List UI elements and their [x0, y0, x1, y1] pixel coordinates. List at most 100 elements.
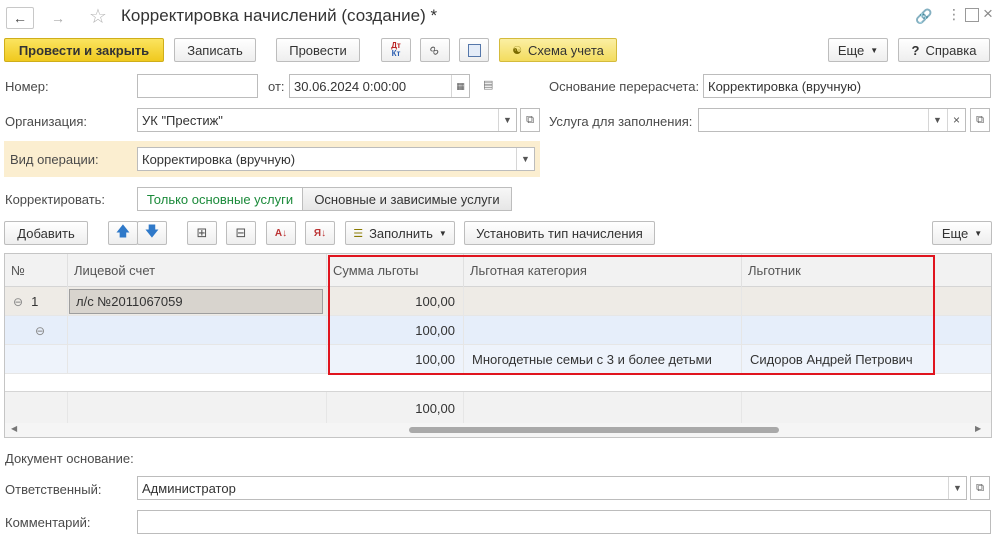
- dropdown-arrow-icon: ▼: [870, 45, 879, 55]
- collapse-all-button[interactable]: ⊟: [226, 221, 256, 245]
- category-cell[interactable]: [464, 287, 742, 316]
- attach-button[interactable]: ∞: [420, 38, 450, 62]
- column-header-beneficiary[interactable]: Льготник: [742, 254, 991, 287]
- table-row[interactable]: ⊖ 1 л/с №2011067059 100,00: [5, 287, 991, 316]
- correct-option-main[interactable]: Только основные услуги: [137, 187, 303, 211]
- structure-button[interactable]: [459, 38, 489, 62]
- correct-option-dependent[interactable]: Основные и зависимые услуги: [302, 187, 512, 211]
- collapse-icon[interactable]: ⊖: [13, 295, 23, 309]
- set-accrual-type-label: Установить тип начисления: [476, 225, 643, 241]
- back-button[interactable]: ←: [6, 7, 34, 29]
- paperclip-icon: ∞: [425, 40, 445, 60]
- basis-field[interactable]: Корректировка (вручную): [703, 74, 991, 98]
- dropdown-arrow-icon[interactable]: ▼: [516, 148, 534, 170]
- calendar-icon[interactable]: ▦: [451, 75, 469, 97]
- organization-label: Организация:: [5, 114, 88, 129]
- table-more-button[interactable]: Еще ▼: [932, 221, 992, 245]
- accounting-scheme-button[interactable]: ☯ Схема учета: [499, 38, 617, 62]
- maximize-icon[interactable]: [965, 8, 979, 22]
- amount-cell[interactable]: 100,00: [327, 316, 464, 345]
- row-number: 1: [31, 294, 39, 309]
- table-more-label: Еще: [941, 225, 969, 241]
- beneficiary-cell[interactable]: [742, 287, 991, 316]
- help-button[interactable]: ? Справка: [898, 38, 990, 62]
- responsible-field[interactable]: Администратор ▼: [137, 476, 967, 500]
- post-and-close-button[interactable]: Провести и закрыть: [4, 38, 164, 62]
- move-up-button[interactable]: 🡅: [108, 221, 138, 245]
- horizontal-scrollbar[interactable]: ◀ ▶: [5, 423, 991, 437]
- open-icon: ⧉: [976, 113, 984, 126]
- post-button[interactable]: Провести: [276, 38, 360, 62]
- dropdown-arrow-icon[interactable]: ▼: [948, 477, 966, 499]
- clear-icon[interactable]: ×: [947, 109, 965, 131]
- scroll-right-icon[interactable]: ▶: [975, 424, 981, 433]
- scroll-left-icon[interactable]: ◀: [11, 424, 17, 433]
- amount-cell[interactable]: 100,00: [327, 287, 464, 316]
- more-button[interactable]: Еще ▼: [828, 38, 888, 62]
- sort-ascending-button[interactable]: A↓: [266, 221, 296, 245]
- expand-tree-icon: ⊞: [196, 225, 208, 240]
- service-label: Услуга для заполнения:: [549, 114, 693, 129]
- account-cell[interactable]: [68, 345, 327, 374]
- dropdown-arrow-icon[interactable]: ▼: [498, 109, 516, 131]
- document-basis-label: Документ основание:: [5, 451, 134, 466]
- column-header-amount[interactable]: Сумма льготы: [327, 254, 464, 287]
- move-down-button[interactable]: 🡇: [137, 221, 167, 245]
- add-row-button[interactable]: Добавить: [4, 221, 88, 245]
- operation-type-value: Корректировка (вручную): [142, 151, 296, 167]
- history-icon[interactable]: ▤: [483, 78, 493, 91]
- comment-label: Комментарий:: [5, 515, 91, 530]
- comment-field[interactable]: [137, 510, 991, 534]
- footer-cell: [464, 392, 742, 424]
- favorite-star-icon[interactable]: ☆: [89, 4, 107, 29]
- sort-descending-button[interactable]: Я↓: [305, 221, 335, 245]
- link-icon[interactable]: 🔗: [915, 8, 932, 25]
- expand-all-button[interactable]: ⊞: [187, 221, 217, 245]
- category-cell[interactable]: Многодетные семьи с 3 и более детьми: [464, 345, 742, 374]
- amount-total: 100,00: [327, 392, 464, 424]
- open-responsible-button[interactable]: ⧉: [970, 476, 990, 500]
- close-icon[interactable]: ×: [983, 4, 993, 24]
- dt-kt-icon: Дт Кт: [391, 42, 401, 58]
- set-accrual-type-button[interactable]: Установить тип начисления: [464, 221, 655, 245]
- table-row[interactable]: ⊖ 100,00: [5, 316, 991, 345]
- open-service-button[interactable]: ⧉: [970, 108, 990, 132]
- beneficiary-cell[interactable]: [742, 316, 991, 345]
- correct-label: Корректировать:: [5, 192, 106, 207]
- footer-cell: [68, 392, 327, 424]
- account-cell[interactable]: л/с №2011067059: [68, 287, 327, 316]
- hierarchy-icon: ☯: [512, 44, 522, 57]
- open-organization-button[interactable]: ⧉: [520, 108, 540, 132]
- fill-button[interactable]: ☰ Заполнить ▼: [345, 221, 455, 245]
- correct-option-main-label: Только основные услуги: [146, 191, 294, 207]
- account-cell[interactable]: [68, 316, 327, 345]
- dropdown-arrow-icon[interactable]: ▼: [928, 109, 946, 131]
- operation-type-field[interactable]: Корректировка (вручную) ▼: [137, 147, 535, 171]
- kt-text: Кт: [391, 49, 401, 58]
- save-button[interactable]: Записать: [174, 38, 256, 62]
- service-field[interactable]: ▼ ×: [698, 108, 966, 132]
- document-structure-icon: [467, 43, 481, 57]
- column-header-account[interactable]: Лицевой счет: [68, 254, 327, 287]
- number-field[interactable]: [137, 74, 258, 98]
- footer-cell: [5, 392, 68, 424]
- organization-field[interactable]: УК "Престиж" ▼: [137, 108, 517, 132]
- amount-cell[interactable]: 100,00: [327, 345, 464, 374]
- dropdown-arrow-icon: ▼: [974, 228, 983, 238]
- arrow-down-icon: 🡇: [144, 223, 160, 239]
- beneficiary-cell[interactable]: Сидоров Андрей Петрович: [742, 345, 991, 374]
- table-row[interactable]: 100,00 Многодетные семьи с 3 и более дет…: [5, 345, 991, 374]
- responsible-label: Ответственный:: [5, 482, 102, 497]
- fill-label: Заполнить: [369, 225, 433, 241]
- column-header-number[interactable]: №: [5, 254, 68, 287]
- date-field[interactable]: 30.06.2024 0:00:00 ▦: [289, 74, 470, 98]
- category-cell[interactable]: [464, 316, 742, 345]
- accounting-scheme-label: Схема учета: [528, 42, 604, 58]
- collapse-icon[interactable]: ⊖: [35, 324, 45, 338]
- scrollbar-thumb[interactable]: [409, 427, 779, 433]
- accruals-table: № Лицевой счет Сумма льготы Льготная кат…: [4, 253, 992, 438]
- column-header-category[interactable]: Льготная категория: [464, 254, 742, 287]
- forward-button[interactable]: →: [44, 7, 72, 29]
- menu-dots-icon[interactable]: ⋮: [947, 6, 961, 23]
- dt-kt-button[interactable]: Дт Кт: [381, 38, 411, 62]
